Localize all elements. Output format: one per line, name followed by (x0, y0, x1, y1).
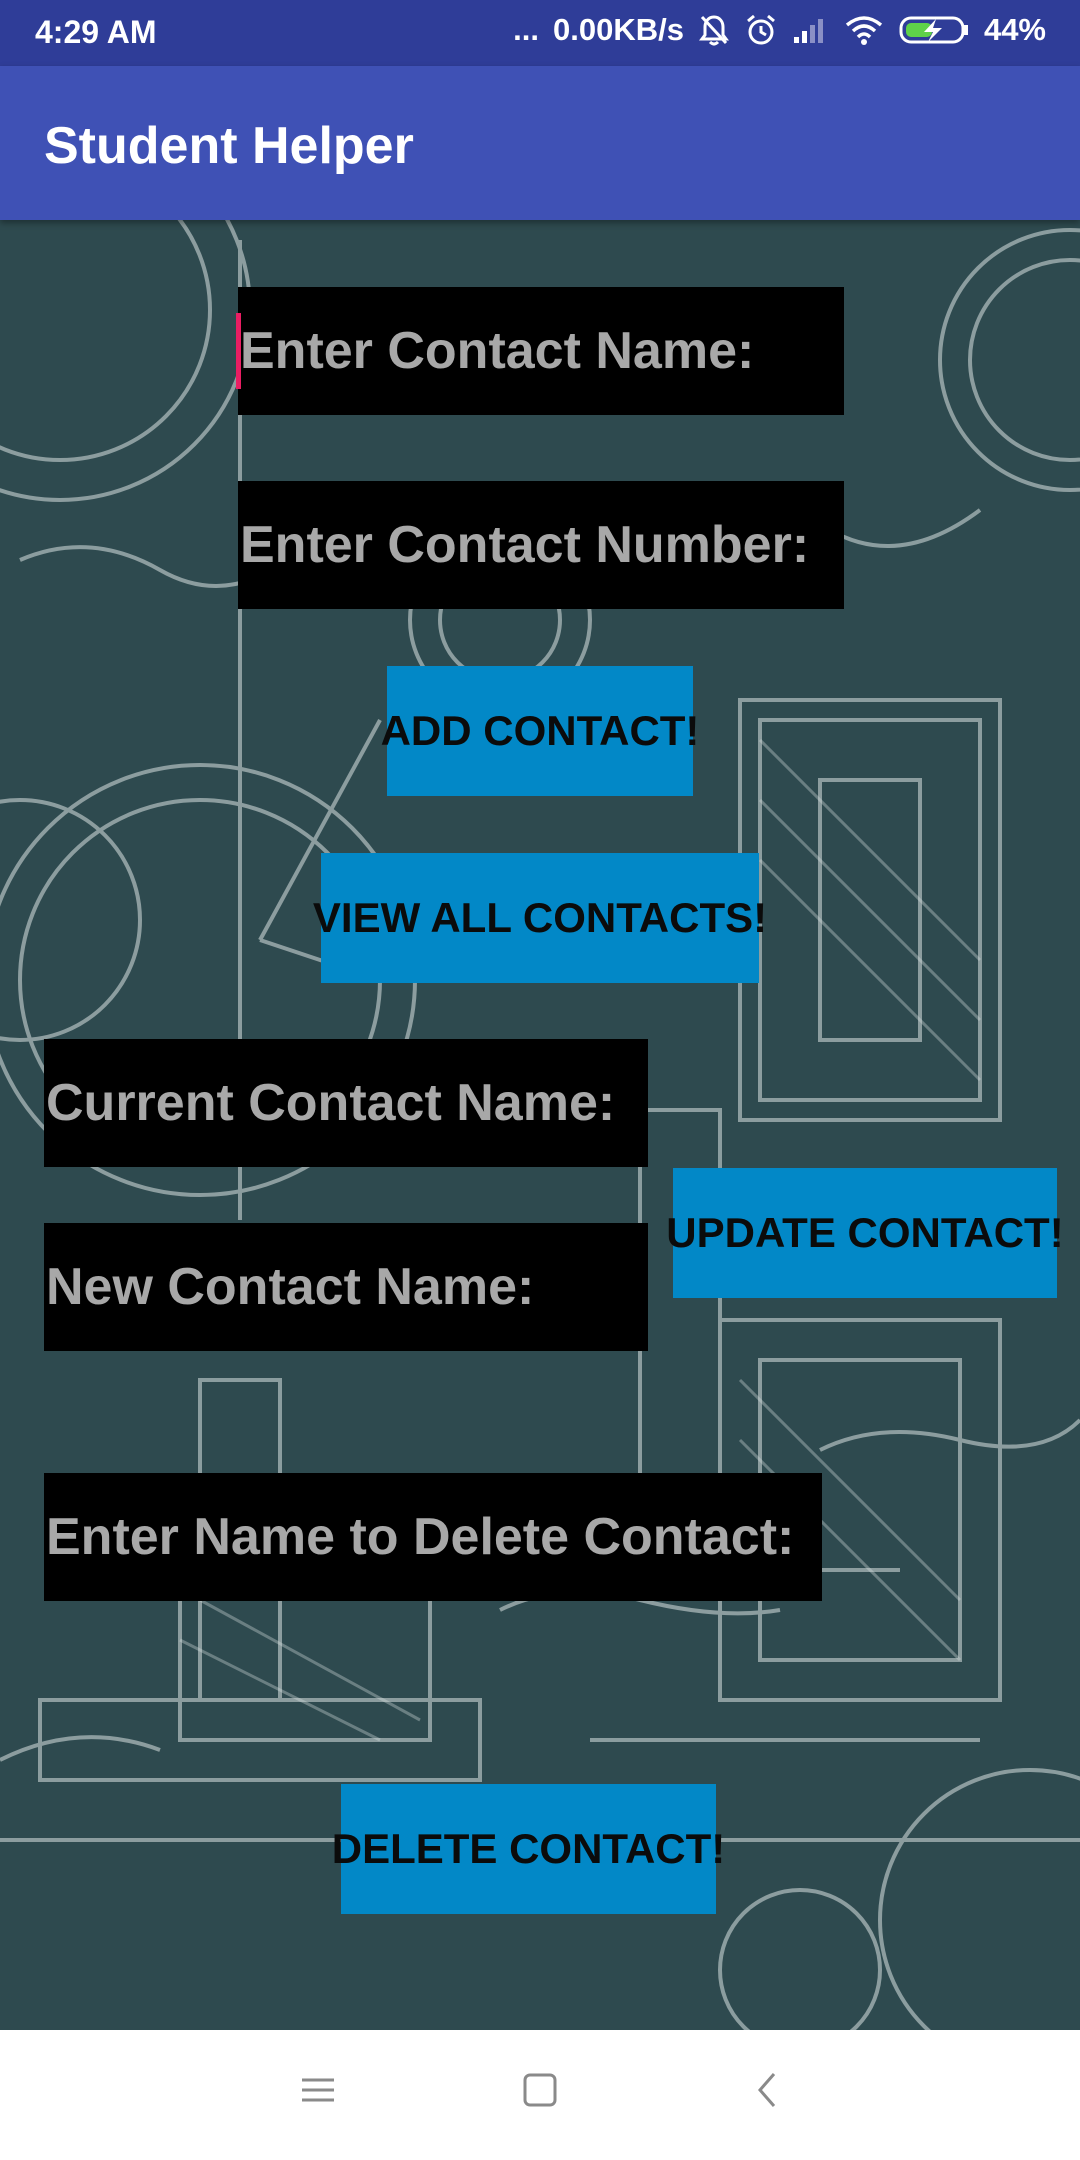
network-speed: 0.00KB/s (552, 12, 684, 47)
contact-number-input[interactable]: Enter Contact Number: (238, 481, 844, 609)
home-square-icon[interactable] (520, 2070, 560, 2115)
add-contact-button[interactable]: ADD CONTACT! (381, 666, 699, 796)
app-title: Student Helper (44, 117, 414, 175)
status-bar: 4:29 AM ... 0.00KB/s 44% (0, 0, 1080, 66)
delete-contact-name-placeholder: Enter Name to Delete Contact: (46, 1508, 795, 1566)
new-contact-name-placeholder: New Contact Name: (46, 1258, 535, 1316)
view-all-contacts-button[interactable]: VIEW ALL CONTACTS! (313, 853, 767, 983)
contact-number-placeholder: Enter Contact Number: (240, 516, 810, 574)
battery-level: 44% (983, 12, 1046, 47)
app-bar: Student Helper (0, 66, 1080, 220)
content-area: Enter Contact Name: Enter Contact Number… (0, 220, 1080, 2030)
current-contact-name-input[interactable]: Current Contact Name: (44, 1039, 648, 1167)
wifi-icon (844, 14, 884, 46)
status-time: 4:29 AM (35, 14, 157, 50)
delete-contact-name-input[interactable]: Enter Name to Delete Contact: (44, 1473, 822, 1601)
contact-name-input[interactable]: Enter Contact Name: (236, 287, 844, 415)
delete-contact-button[interactable]: DELETE CONTACT! (332, 1784, 725, 1914)
current-contact-name-placeholder: Current Contact Name: (46, 1074, 616, 1132)
bell-off-icon (698, 13, 730, 47)
status-indicators: ... 0.00KB/s 44% (513, 12, 1046, 48)
text-cursor (236, 313, 241, 389)
contact-name-placeholder: Enter Contact Name: (240, 322, 755, 380)
status-more: ... (513, 12, 539, 47)
update-contact-button[interactable]: UPDATE CONTACT! (666, 1168, 1064, 1298)
battery-charging-icon (898, 14, 970, 46)
new-contact-name-input[interactable]: New Contact Name: (44, 1223, 648, 1351)
menu-icon[interactable] (298, 2070, 338, 2115)
signal-icon (792, 15, 830, 45)
navigation-bar (0, 2030, 1080, 2160)
alarm-icon (744, 13, 778, 47)
back-chevron-icon[interactable] (748, 2070, 788, 2115)
